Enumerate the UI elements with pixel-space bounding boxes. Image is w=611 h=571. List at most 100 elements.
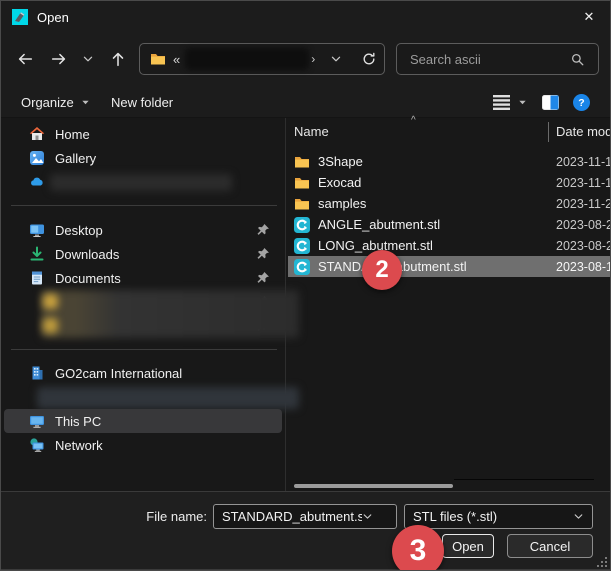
file-type-value: STL files (*.stl) [413,509,573,524]
column-header-name[interactable]: Name [294,121,544,141]
file-name-combobox[interactable] [213,504,397,529]
sidebar-item-label: Downloads [55,247,119,262]
recent-locations-button[interactable] [75,43,101,75]
help-button[interactable]: ? [573,86,590,118]
sidebar-item-documents[interactable]: Documents [4,266,282,290]
file-type-dropdown[interactable]: STL files (*.stl) [404,504,593,529]
chevron-down-icon [82,53,94,65]
app-icon [12,9,28,25]
file-name-input[interactable] [222,509,362,524]
file-date: 2023-11-17 [556,155,610,169]
pin-icon [256,271,270,285]
refresh-button[interactable] [353,44,385,74]
annotation-step-2: 2 [362,250,402,290]
back-icon [16,50,34,68]
stl-file-icon [294,259,310,275]
file-date: 2023-11-28 [556,197,610,211]
desktop-icon [29,222,45,238]
stl-file-icon [294,217,310,233]
help-icon: ? [573,94,590,111]
sidebar-item-label: Documents [55,271,121,286]
window-title: Open [37,10,69,25]
back-button[interactable] [9,43,41,75]
file-name: samples [318,196,366,211]
this-pc-icon [29,413,45,429]
forward-icon [50,50,68,68]
redacted-folder-icon [43,318,58,333]
sidebar-item-network[interactable]: Network [4,433,282,457]
cancel-button[interactable]: Cancel [507,534,593,558]
file-row-3shape[interactable]: 3Shape 2023-11-17 [288,151,610,172]
address-bar[interactable]: « › [139,43,385,75]
organize-label: Organize [21,95,74,110]
file-row-samples[interactable]: samples 2023-11-28 [288,193,610,214]
folder-icon [150,51,166,67]
open-button[interactable]: Open [442,534,494,558]
organize-menu[interactable]: Organize [21,86,90,118]
stl-file-icon [294,238,310,254]
sidebar-item-label: This PC [55,414,101,429]
chevron-down-icon [362,511,373,522]
up-button[interactable] [102,43,134,75]
column-date-label: Date modified [556,124,611,139]
address-dropdown-button[interactable] [320,44,352,74]
column-header-date-modified[interactable]: Date modified [556,121,611,141]
list-view-icon [493,95,510,110]
annotation-step-3-number: 3 [410,534,427,568]
annotation-step-3: 3 [392,525,444,571]
up-icon [109,50,127,68]
sidebar-item-desktop[interactable]: Desktop [4,218,282,242]
annotation-step-2-number: 2 [375,256,388,284]
breadcrumb-chevrons: « [173,52,180,67]
file-row-angle-abutment[interactable]: ANGLE_abutment.stl 2023-08-26 [288,214,610,235]
preview-pane-button[interactable] [542,86,559,118]
sidebar-item-thispc[interactable]: This PC [4,409,282,433]
new-folder-button[interactable]: New folder [111,86,173,118]
title-bar: Open ✕ [1,1,611,33]
sidebar-separator [11,205,277,206]
horizontal-scrollbar-thumb[interactable] [294,484,453,488]
sidebar-item-home[interactable]: Home [4,122,282,146]
sidebar-item-onedrive[interactable] [4,170,282,194]
search-placeholder: Search ascii [410,52,570,67]
redacted-label [50,174,232,191]
svg-text:?: ? [578,97,584,109]
file-row-standard-abutment-selected[interactable]: STANDARD_abutment.stl 2023-08-10 [288,256,610,277]
file-date: 2023-08-26 [556,218,610,232]
redacted-block [41,290,299,338]
file-date: 2023-08-10 [556,260,610,274]
file-row-long-abutment[interactable]: LONG_abutment.stl 2023-08-26 [288,235,610,256]
sidebar-item-gallery[interactable]: Gallery [4,146,282,170]
column-divider[interactable] [548,122,549,142]
command-bar: Organize New folder ? [1,86,611,118]
preview-pane-icon [542,95,559,110]
sidebar-item-go2cam[interactable]: GO2cam International [4,361,282,385]
sidebar-item-label: Desktop [55,223,103,238]
sidebar-item-downloads[interactable]: Downloads [4,242,282,266]
forward-button[interactable] [43,43,75,75]
downloads-icon [29,246,45,262]
sidebar-separator [11,349,277,350]
close-icon: ✕ [584,9,595,25]
file-date: 2023-08-26 [556,239,610,253]
sidebar-item-label: Gallery [55,151,96,166]
onedrive-cloud-icon [29,174,45,190]
search-input[interactable]: Search ascii [396,43,599,75]
horizontal-scrollbar-track[interactable] [454,479,594,480]
redacted-block [37,387,299,409]
view-mode-button[interactable] [493,86,527,118]
pin-icon [256,247,270,261]
folder-icon [294,196,310,212]
sidebar-item-label: Home [55,127,90,142]
file-date: 2023-11-17 [556,176,610,190]
file-row-exocad[interactable]: Exocad 2023-11-17 [288,172,610,193]
gallery-icon [29,150,45,166]
resize-grip[interactable] [595,555,607,567]
folder-icon [294,154,310,170]
footer-bar [1,491,611,571]
close-button[interactable]: ✕ [566,1,611,33]
folder-icon [294,175,310,191]
chevron-down-icon [330,53,342,65]
file-name: 3Shape [318,154,363,169]
refresh-icon [361,51,377,67]
